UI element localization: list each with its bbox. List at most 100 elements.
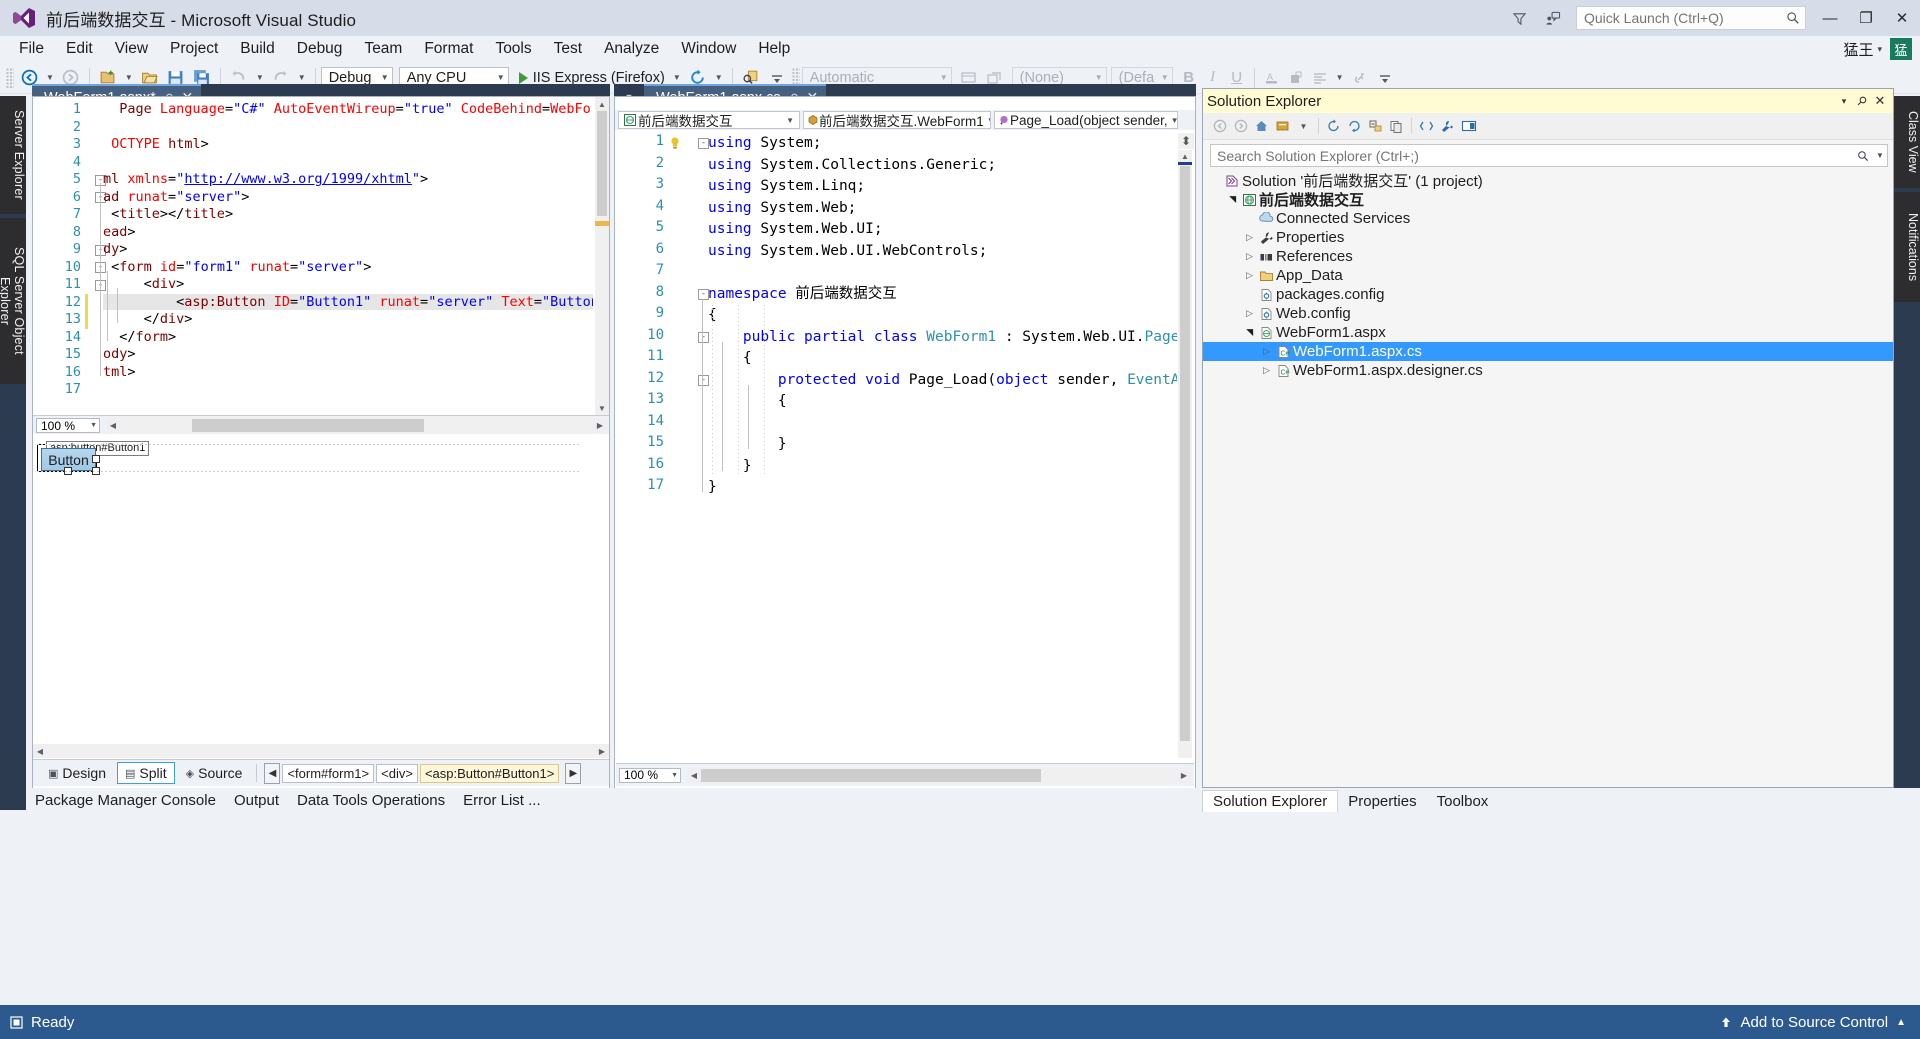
code-line[interactable]: <div> (103, 276, 185, 294)
tab-output[interactable]: Output (225, 792, 288, 809)
sidebar-item-sql-server-object-explorer[interactable]: SQL Server Object Explorer (0, 218, 26, 384)
lightbulb-icon[interactable] (668, 135, 682, 149)
chevron-down-icon[interactable]: ◢ (1227, 193, 1238, 206)
chevron-down-icon[interactable]: ▼ (1155, 73, 1169, 82)
chevron-down-icon[interactable]: ▼ (984, 116, 990, 125)
breadcrumb-item-form[interactable]: <form#form1> (282, 763, 375, 783)
code-line[interactable]: <form id="form1" runat="server"> (103, 259, 371, 277)
menu-team[interactable]: Team (353, 37, 413, 61)
chevron-down-icon[interactable]: ◢ (1244, 326, 1255, 339)
justify-icon[interactable] (1308, 67, 1332, 89)
forward-icon[interactable] (1230, 116, 1251, 137)
code-line[interactable]: namespace 前后端数据交互 (708, 284, 897, 306)
close-icon[interactable]: ✕ (1871, 93, 1889, 109)
code-line[interactable]: ad runat="server"> (103, 189, 249, 207)
close-button[interactable]: ✕ (1884, 3, 1920, 33)
tree-item[interactable]: ▷ References (1203, 247, 1893, 266)
tab-properties[interactable]: Properties (1338, 791, 1426, 812)
sidebar-item-notifications[interactable]: Notifications (1894, 192, 1920, 302)
pin-icon[interactable]: ⚲ (1851, 90, 1874, 113)
code-line[interactable]: <asp:Button ID="Button1" runat="server" … (103, 293, 593, 312)
sidebar-item-class-view[interactable]: Class View (1894, 96, 1920, 188)
code-line[interactable]: using System.Web.UI; (708, 219, 883, 241)
menu-project[interactable]: Project (159, 37, 229, 61)
source-control-label[interactable]: Add to Source Control (1741, 1014, 1889, 1031)
chevron-down-icon[interactable]: ▼ (491, 73, 505, 82)
tab-split-view[interactable]: ▤ Split (117, 762, 175, 784)
menu-view[interactable]: View (104, 37, 159, 61)
status-right[interactable]: Add to Source Control ▲ (1719, 1014, 1920, 1031)
collapse-all-icon[interactable] (1365, 116, 1386, 137)
code-line[interactable]: using System.Web.UI.WebControls; (708, 241, 987, 263)
code-line[interactable]: <title></title> (103, 206, 233, 224)
tree-item[interactable]: Connected Services (1203, 209, 1893, 228)
filter-icon[interactable] (1502, 3, 1536, 33)
tree-item[interactable]: ◢ WebForm1.aspx (1203, 323, 1893, 342)
back-icon[interactable] (1209, 116, 1230, 137)
chevron-right-icon[interactable]: ▷ (1243, 308, 1256, 319)
minimize-button[interactable]: — (1812, 3, 1848, 33)
code-line[interactable]: tml> (103, 364, 136, 382)
sync-with-active-document-icon[interactable] (1323, 116, 1344, 137)
scroll-right-arrow-icon[interactable]: ▶ (593, 418, 607, 433)
code-line[interactable]: ead> (103, 224, 136, 242)
tab-solution-explorer[interactable]: Solution Explorer (1202, 790, 1339, 812)
code-line[interactable]: public partial class WebForm1 : System.W… (708, 327, 1177, 349)
scroll-up-arrow-icon[interactable]: ▲ (595, 97, 609, 111)
foreground-color-icon[interactable]: A (1260, 67, 1284, 89)
resize-handle-right[interactable] (92, 455, 100, 463)
scroll-thumb[interactable] (192, 419, 424, 432)
solution-explorer-search[interactable]: ▼ (1210, 144, 1888, 167)
menu-debug[interactable]: Debug (286, 37, 354, 61)
chevron-down-icon[interactable]: ▼ (375, 73, 389, 82)
code-line[interactable]: } (708, 456, 752, 478)
design-surface-hscrollbar[interactable]: ◀ ▶ (33, 744, 609, 758)
show-all-files-icon[interactable] (1386, 116, 1407, 137)
underline-button[interactable]: U (1225, 67, 1249, 89)
chevron-right-icon[interactable]: ▷ (1243, 232, 1256, 243)
chevron-down-icon[interactable]: ▼ (671, 772, 678, 779)
menu-analyze[interactable]: Analyze (593, 37, 670, 61)
tree-item[interactable]: ▷ Properties (1203, 228, 1893, 247)
code-line[interactable]: dy> (103, 241, 127, 259)
preview-pane-icon[interactable] (1458, 116, 1479, 137)
chevron-right-icon[interactable]: ▷ (1243, 270, 1256, 281)
start-debug-dropdown[interactable]: ▼ (669, 73, 685, 82)
refresh-icon[interactable] (1344, 116, 1365, 137)
background-color-icon[interactable] (1284, 67, 1308, 89)
menu-build[interactable]: Build (229, 37, 285, 61)
italic-button[interactable]: I (1201, 67, 1225, 89)
csharp-source-code[interactable]: 1- using System; 2 using System.Collections… (616, 131, 1177, 761)
justify-dropdown[interactable]: ▼ (1332, 73, 1348, 82)
code-line[interactable]: protected void Page_Load(object sender, … (708, 370, 1177, 392)
tab-package-manager-console[interactable]: Package Manager Console (26, 792, 225, 809)
scroll-right-arrow-icon[interactable]: ▶ (595, 744, 609, 758)
chevron-down-icon[interactable]: ▾ (1835, 96, 1853, 107)
menu-window[interactable]: Window (670, 37, 747, 61)
editor-split-handle[interactable]: ⬍ (1178, 133, 1194, 149)
chevron-down-icon[interactable]: ▼ (1873, 151, 1887, 160)
aspx-source-code[interactable]: 1 Page Language="C#" AutoEventWireup="tr… (33, 97, 593, 415)
code-line[interactable]: using System.Linq; (708, 176, 865, 198)
sidebar-item-server-explorer[interactable]: Server Explorer (0, 96, 26, 214)
tab-error-list[interactable]: Error List ... (454, 792, 550, 809)
tree-item[interactable]: packages.config (1203, 285, 1893, 304)
undo-dropdown[interactable]: ▼ (252, 73, 268, 82)
search-input[interactable] (1211, 146, 1853, 165)
tab-toolbox[interactable]: Toolbox (1427, 791, 1499, 812)
tab-design-view[interactable]: ▣ Design (41, 763, 113, 783)
selected-control-adorner[interactable]: asp:button#Button1 Button (37, 441, 150, 475)
chevron-up-icon[interactable]: ▲ (1896, 1017, 1906, 1028)
tab-source-view[interactable]: ◈ Source (179, 763, 250, 783)
code-editor-vscrollbar[interactable]: ▲ (1178, 150, 1192, 758)
chevron-right-icon[interactable]: ▷ (1260, 365, 1273, 376)
code-line[interactable]: { (708, 348, 752, 370)
menu-help[interactable]: Help (747, 37, 801, 61)
left-editor-zoom-combo[interactable]: 100 % ▼ (36, 418, 100, 433)
code-line[interactable]: using System.Web; (708, 198, 856, 220)
nav-project-combo[interactable]: 前后端数据交互 ▼ (618, 111, 800, 129)
scroll-right-arrow-icon[interactable]: ▶ (1177, 767, 1191, 783)
tab-data-tools-operations[interactable]: Data Tools Operations (288, 792, 454, 809)
scroll-left-arrow-icon[interactable]: ◀ (106, 418, 120, 433)
code-editor-hscrollbar[interactable] (701, 767, 1176, 783)
